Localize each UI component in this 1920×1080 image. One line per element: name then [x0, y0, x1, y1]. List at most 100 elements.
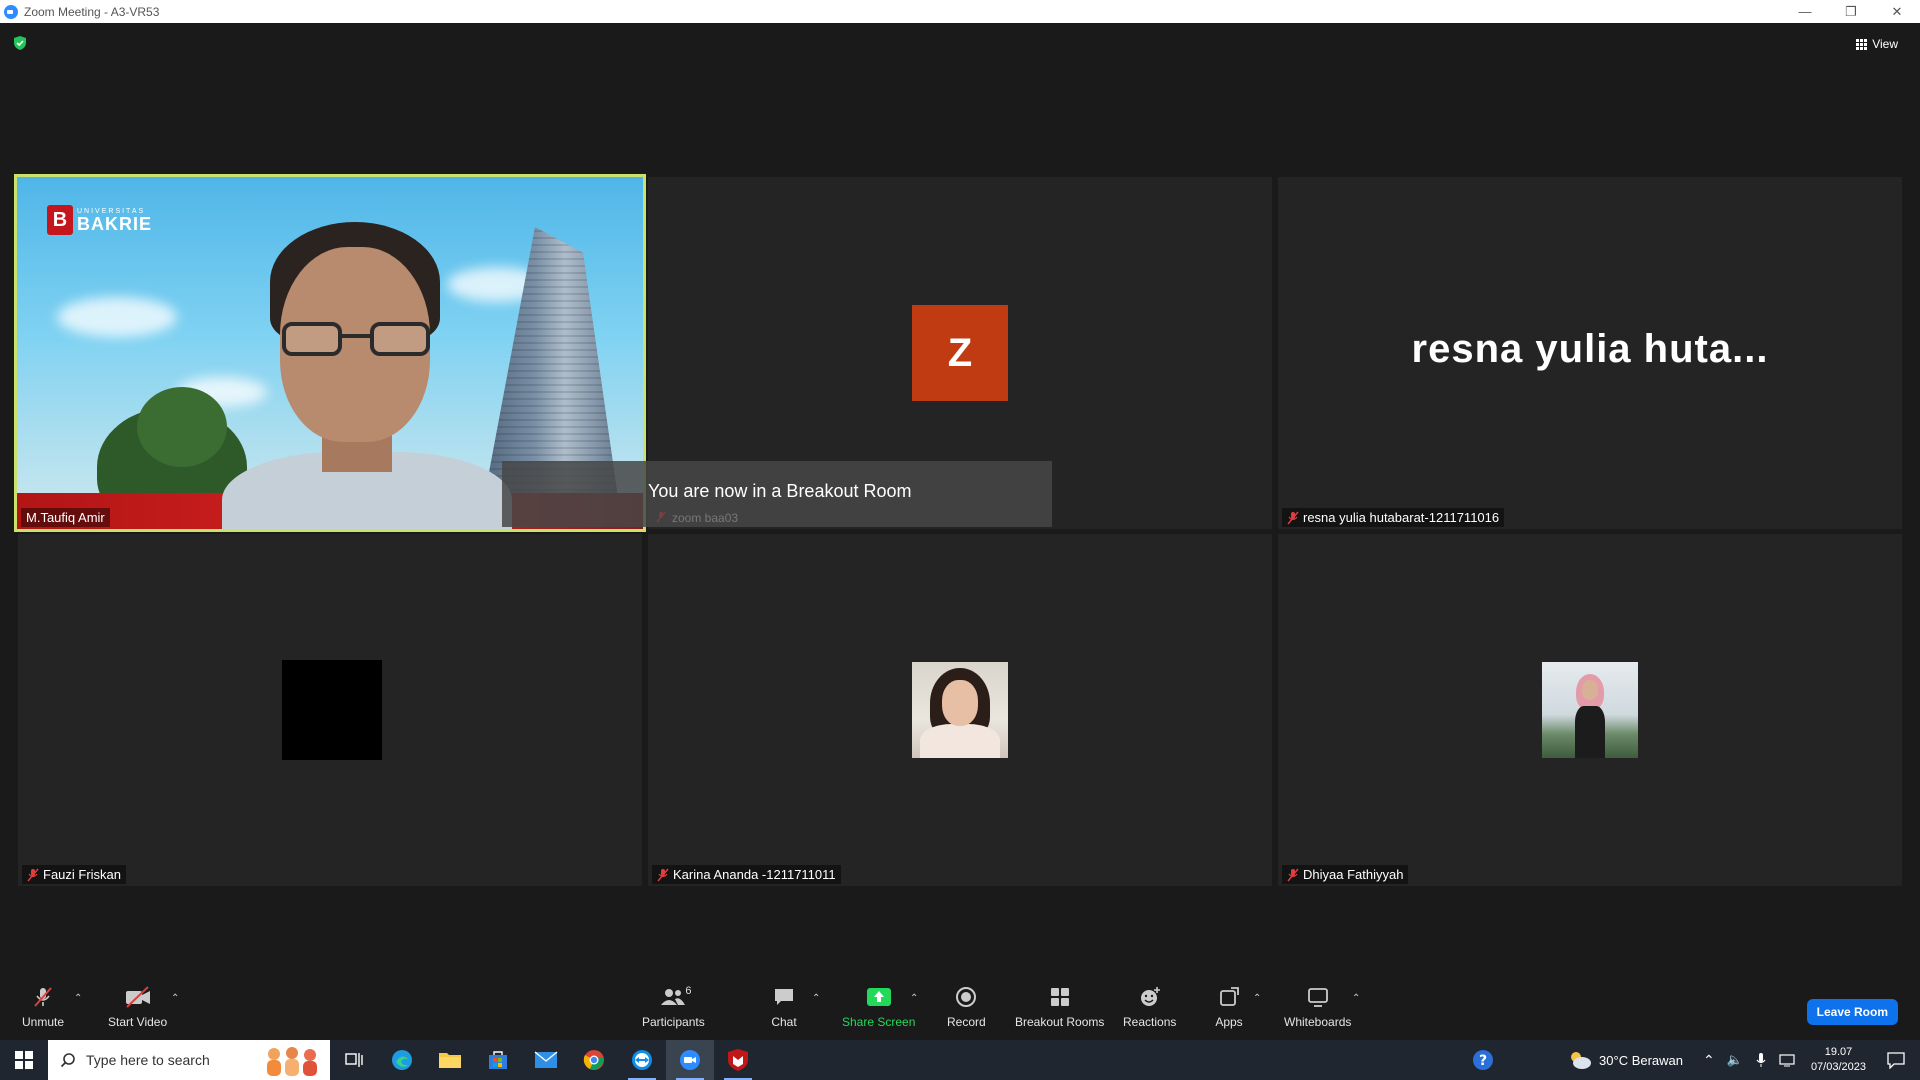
breakout-message: You are now in a Breakout Room [648, 481, 912, 501]
windows-logo-icon [15, 1051, 33, 1069]
notifications-icon[interactable] [1886, 1051, 1906, 1069]
video-tile-resna[interactable]: resna yulia huta... resna yulia hutabara… [1278, 177, 1902, 529]
view-button[interactable]: View [1850, 33, 1904, 55]
participant-name-tag: Karina Ananda -1211711011 [652, 865, 841, 884]
breakout-rooms-button[interactable]: Breakout Rooms [1015, 985, 1104, 1029]
mic-muted-icon [656, 511, 666, 523]
participant-name-tag: Fauzi Friskan [22, 865, 127, 884]
meeting-toolbar: Unmute ⌃ Start Video ⌃ 6 Participants Ch… [0, 963, 1920, 1040]
participants-icon [661, 989, 686, 1005]
taskbar-store[interactable] [474, 1040, 522, 1080]
universitas-bakrie-logo: B UNIVERSITAS BAKRIE [47, 205, 152, 235]
participant-name: Dhiyaa Fathiyyah [1303, 867, 1404, 882]
store-icon [489, 1051, 507, 1069]
taskbar-mcafee[interactable] [714, 1040, 762, 1080]
minimize-button[interactable]: — [1782, 0, 1828, 23]
participant-profile-photo [1542, 662, 1638, 758]
speaker-icon[interactable]: 🔈 [1727, 1052, 1743, 1068]
grid-view-icon [1856, 38, 1868, 50]
start-video-button[interactable]: Start Video [108, 985, 167, 1029]
participants-count: 6 [685, 985, 692, 997]
search-placeholder: Type here to search [86, 1052, 210, 1068]
search-icon [60, 1053, 75, 1068]
participant-name: Fauzi Friskan [43, 867, 122, 882]
mail-icon [534, 1051, 558, 1068]
taskbar-file-explorer[interactable] [426, 1040, 474, 1080]
weather-text[interactable]: 30°C Berawan [1599, 1053, 1683, 1068]
leave-room-button[interactable]: Leave Room [1806, 999, 1898, 1025]
mic-muted-icon [34, 987, 52, 1007]
svg-text:?: ? [1479, 1053, 1487, 1069]
taskbar-clock[interactable]: 19.07 07/03/2023 [1811, 1045, 1866, 1075]
taskbar-zoom[interactable] [666, 1040, 714, 1080]
window-controls: — ❐ ✕ [1782, 0, 1920, 23]
participant-name: M.Taufiq Amir [26, 510, 105, 525]
whiteboards-button[interactable]: Whiteboards [1284, 985, 1351, 1029]
chrome-browser-icon [583, 1050, 604, 1070]
help-button[interactable]: ? [1459, 1040, 1507, 1080]
participant-name-tag: resna yulia hutabarat-1211711016 [1282, 508, 1505, 527]
avatar-initial: Z [912, 305, 1008, 401]
whiteboard-icon [1307, 988, 1328, 1007]
reactions-button[interactable]: Reactions [1123, 985, 1176, 1029]
participant-avatar [282, 660, 382, 760]
video-off-icon [125, 986, 150, 1008]
participant-profile-photo [912, 662, 1008, 758]
taskbar-mail[interactable] [522, 1040, 570, 1080]
breakout-rooms-icon [1050, 988, 1069, 1006]
close-button[interactable]: ✕ [1874, 0, 1920, 23]
taskbar-search[interactable]: Type here to search [48, 1040, 330, 1080]
participant-display-name: resna yulia huta... [1411, 327, 1769, 371]
participant-video [222, 222, 512, 529]
chat-button[interactable]: Chat [770, 985, 798, 1029]
mic-muted-icon [1287, 868, 1299, 881]
mic-muted-icon [657, 868, 669, 881]
encryption-shield-icon[interactable] [12, 35, 28, 51]
teamviewer-icon [632, 1050, 652, 1070]
microphone-icon[interactable] [1755, 1052, 1767, 1068]
search-highlight-illustration-icon [267, 1047, 317, 1076]
unmute-button[interactable]: Unmute [22, 985, 64, 1029]
apps-icon [1220, 987, 1239, 1006]
whiteboards-options-caret-icon[interactable]: ⌃ [1352, 993, 1360, 1004]
audio-options-caret-icon[interactable]: ⌃ [74, 993, 82, 1004]
participant-name: resna yulia hutabarat-1211711016 [1303, 510, 1500, 525]
taskbar-teamviewer[interactable] [618, 1040, 666, 1080]
edge-browser-icon [392, 1050, 412, 1070]
meeting-area: View B UNIVERSITAS BAKRIE M.Taufiq Amir … [0, 23, 1920, 1040]
participant-name-tag: Dhiyaa Fathiyyah [1282, 865, 1409, 884]
video-tile-fauzi[interactable]: Fauzi Friskan [18, 534, 642, 886]
taskbar-edge[interactable] [378, 1040, 426, 1080]
mic-muted-icon [1287, 511, 1299, 524]
participant-name: Karina Ananda -1211711011 [673, 867, 836, 882]
start-button[interactable] [0, 1040, 48, 1080]
mcafee-shield-icon [728, 1049, 748, 1071]
view-label: View [1872, 37, 1898, 51]
mic-muted-icon [27, 868, 39, 881]
video-tile-karina[interactable]: Karina Ananda -1211711011 [648, 534, 1272, 886]
share-options-caret-icon[interactable]: ⌃ [910, 993, 918, 1004]
participant-name: zoom baa03 [672, 511, 739, 525]
zoom-app-icon [680, 1050, 700, 1070]
video-options-caret-icon[interactable]: ⌃ [171, 993, 179, 1004]
participant-name-tag: M.Taufiq Amir [21, 508, 110, 527]
system-tray: ? 30°C Berawan ⌃ 🔈 19.07 07/03/2023 [1459, 1040, 1920, 1080]
task-view-button[interactable] [330, 1040, 378, 1080]
task-view-icon [345, 1053, 363, 1067]
chevron-up-icon[interactable]: ⌃ [1703, 1052, 1715, 1069]
breakout-room-notification: You are now in a Breakout Room zoom baa0… [502, 461, 1052, 527]
share-screen-button[interactable]: Share Screen [842, 985, 915, 1029]
restore-button[interactable]: ❐ [1828, 0, 1874, 23]
chat-options-caret-icon[interactable]: ⌃ [812, 993, 820, 1004]
network-icon[interactable] [1779, 1053, 1795, 1067]
record-button[interactable]: Record [947, 985, 986, 1029]
apps-button[interactable]: Apps [1215, 985, 1243, 1029]
taskbar-chrome[interactable] [570, 1040, 618, 1080]
windows-taskbar: Type here to search ? 30°C Berawan ⌃ 🔈 1… [0, 1040, 1920, 1080]
clock-date: 07/03/2023 [1810, 1061, 1866, 1073]
participants-button[interactable]: 6 Participants [642, 985, 705, 1029]
video-tile-dhiyaa[interactable]: Dhiyaa Fathiyyah [1278, 534, 1902, 886]
window-title: Zoom Meeting - A3-VR53 [24, 4, 160, 19]
apps-options-caret-icon[interactable]: ⌃ [1253, 993, 1261, 1004]
zoom-logo-icon [4, 4, 18, 19]
